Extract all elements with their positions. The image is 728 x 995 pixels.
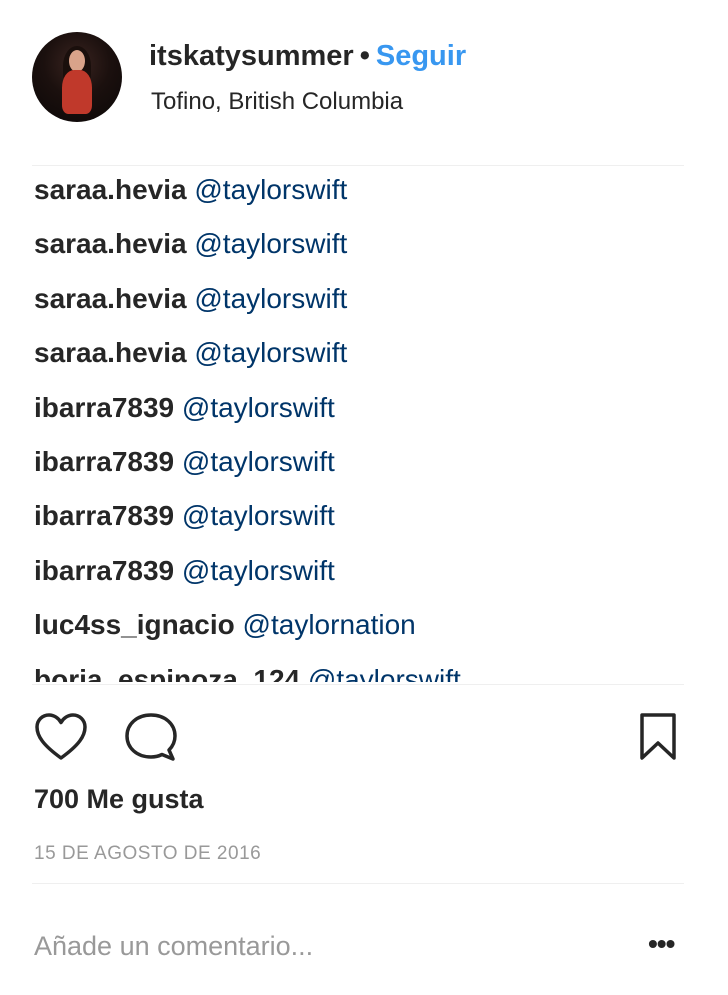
- heart-icon[interactable]: [34, 712, 88, 767]
- follow-button[interactable]: Seguir: [376, 40, 466, 72]
- avatar-face: [69, 50, 85, 72]
- comment-item: ibarra7839 @taylorswift: [34, 442, 684, 496]
- comment-username[interactable]: ibarra7839: [34, 500, 174, 531]
- speech-bubble-icon[interactable]: [124, 712, 178, 767]
- comment-username[interactable]: ibarra7839: [34, 392, 174, 423]
- comment-mention[interactable]: @taylorswift: [194, 337, 347, 368]
- comment-mention[interactable]: @taylornation: [243, 609, 416, 640]
- post-date[interactable]: 15 DE AGOSTO DE 2016: [34, 843, 261, 865]
- post-header: itskatysummer • Seguir Tofino, British Col…: [32, 30, 684, 130]
- bookmark-icon[interactable]: [638, 712, 678, 767]
- comment-mention[interactable]: @taylorswift: [182, 446, 335, 477]
- comment-username[interactable]: saraa.hevia: [34, 228, 187, 259]
- comment-mention[interactable]: @taylorswift: [308, 664, 461, 682]
- divider: [32, 165, 684, 166]
- comment-item: saraa.hevia @taylorswift: [34, 170, 684, 224]
- comment-item: ibarra7839 @taylorswift: [34, 388, 684, 442]
- comment-mention[interactable]: @taylorswift: [194, 228, 347, 259]
- comment-item: saraa.hevia @taylorswift: [34, 224, 684, 278]
- comment-item: saraa.hevia @taylorswift: [34, 279, 684, 333]
- comment-username[interactable]: saraa.hevia: [34, 337, 187, 368]
- comment-mention[interactable]: @taylorswift: [194, 283, 347, 314]
- comment-username[interactable]: borja_espinoza_124: [34, 664, 300, 682]
- comment-username[interactable]: ibarra7839: [34, 555, 174, 586]
- author-avatar[interactable]: [32, 32, 122, 122]
- comment-username[interactable]: luc4ss_ignacio: [34, 609, 235, 640]
- add-comment-input[interactable]: [34, 924, 594, 968]
- comment-mention[interactable]: @taylorswift: [182, 500, 335, 531]
- comment-mention[interactable]: @taylorswift: [182, 555, 335, 586]
- divider: [32, 883, 684, 884]
- author-line: itskatysummer • Seguir: [149, 40, 466, 73]
- comments-list[interactable]: saraa.hevia @taylorswift saraa.hevia @ta…: [34, 170, 684, 682]
- action-bar: [34, 712, 684, 764]
- comment-item: borja_espinoza_124 @taylorswift: [34, 660, 684, 682]
- comment-mention[interactable]: @taylorswift: [194, 174, 347, 205]
- comment-item: luc4ss_ignacio @taylornation: [34, 605, 684, 659]
- comment-username[interactable]: ibarra7839: [34, 446, 174, 477]
- divider: [32, 684, 684, 685]
- comment-username[interactable]: saraa.hevia: [34, 174, 187, 205]
- comment-item: ibarra7839 @taylorswift: [34, 551, 684, 605]
- likes-count[interactable]: 700 Me gusta: [34, 784, 204, 815]
- avatar-body: [62, 70, 92, 114]
- comment-username[interactable]: saraa.hevia: [34, 283, 187, 314]
- comment-item: ibarra7839 @taylorswift: [34, 496, 684, 550]
- post-location[interactable]: Tofino, British Columbia: [151, 88, 403, 116]
- separator-dot: •: [359, 40, 370, 72]
- comment-mention[interactable]: @taylorswift: [182, 392, 335, 423]
- more-options-icon[interactable]: •••: [648, 928, 675, 960]
- comment-item: saraa.hevia @taylorswift: [34, 333, 684, 387]
- author-username[interactable]: itskatysummer: [149, 40, 354, 72]
